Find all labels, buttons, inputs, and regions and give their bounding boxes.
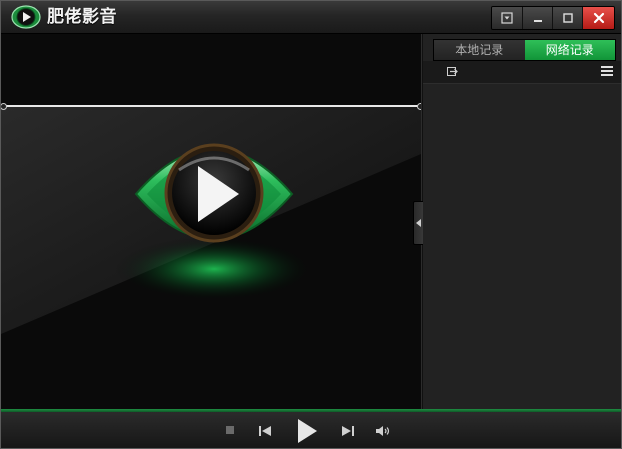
import-icon[interactable] [447,66,458,77]
close-button[interactable] [582,7,614,29]
tab-network-history[interactable]: 网络记录 [524,40,615,60]
control-bar [1,412,621,448]
app-window: 肥佬影音 本地记录 网络记录 [0,0,622,449]
menu-button[interactable] [492,7,522,29]
minimize-icon [533,20,542,22]
next-icon [342,426,354,436]
previous-icon [259,426,271,436]
restore-icon [562,13,573,23]
stop-icon [226,426,234,434]
tab-local-history[interactable]: 本地记录 [434,40,525,60]
app-title: 肥佬影音 [47,7,117,27]
close-icon [593,12,604,24]
next-button[interactable] [341,425,355,437]
volume-icon [376,426,390,436]
previous-button[interactable] [258,425,272,437]
volume-button[interactable] [375,425,391,437]
restore-button[interactable] [552,7,582,29]
stop-button[interactable] [225,425,235,435]
window-controls [491,6,615,30]
app-logo-icon [11,5,41,29]
playlist-toolbar [423,61,621,84]
menu-icon [501,12,513,24]
playlist-tabs: 本地记录 网络记录 [433,39,616,61]
list-menu-icon[interactable] [601,65,613,77]
title-bar[interactable]: 肥佬影音 [1,1,621,34]
play-button[interactable] [295,418,319,444]
video-background [1,34,421,409]
play-icon [298,419,317,443]
minimize-button[interactable] [522,7,552,29]
playlist-panel: 本地记录 网络记录 [423,34,621,409]
video-area[interactable] [1,34,422,409]
chevron-left-icon [416,219,421,227]
video-divider-line [1,103,421,110]
